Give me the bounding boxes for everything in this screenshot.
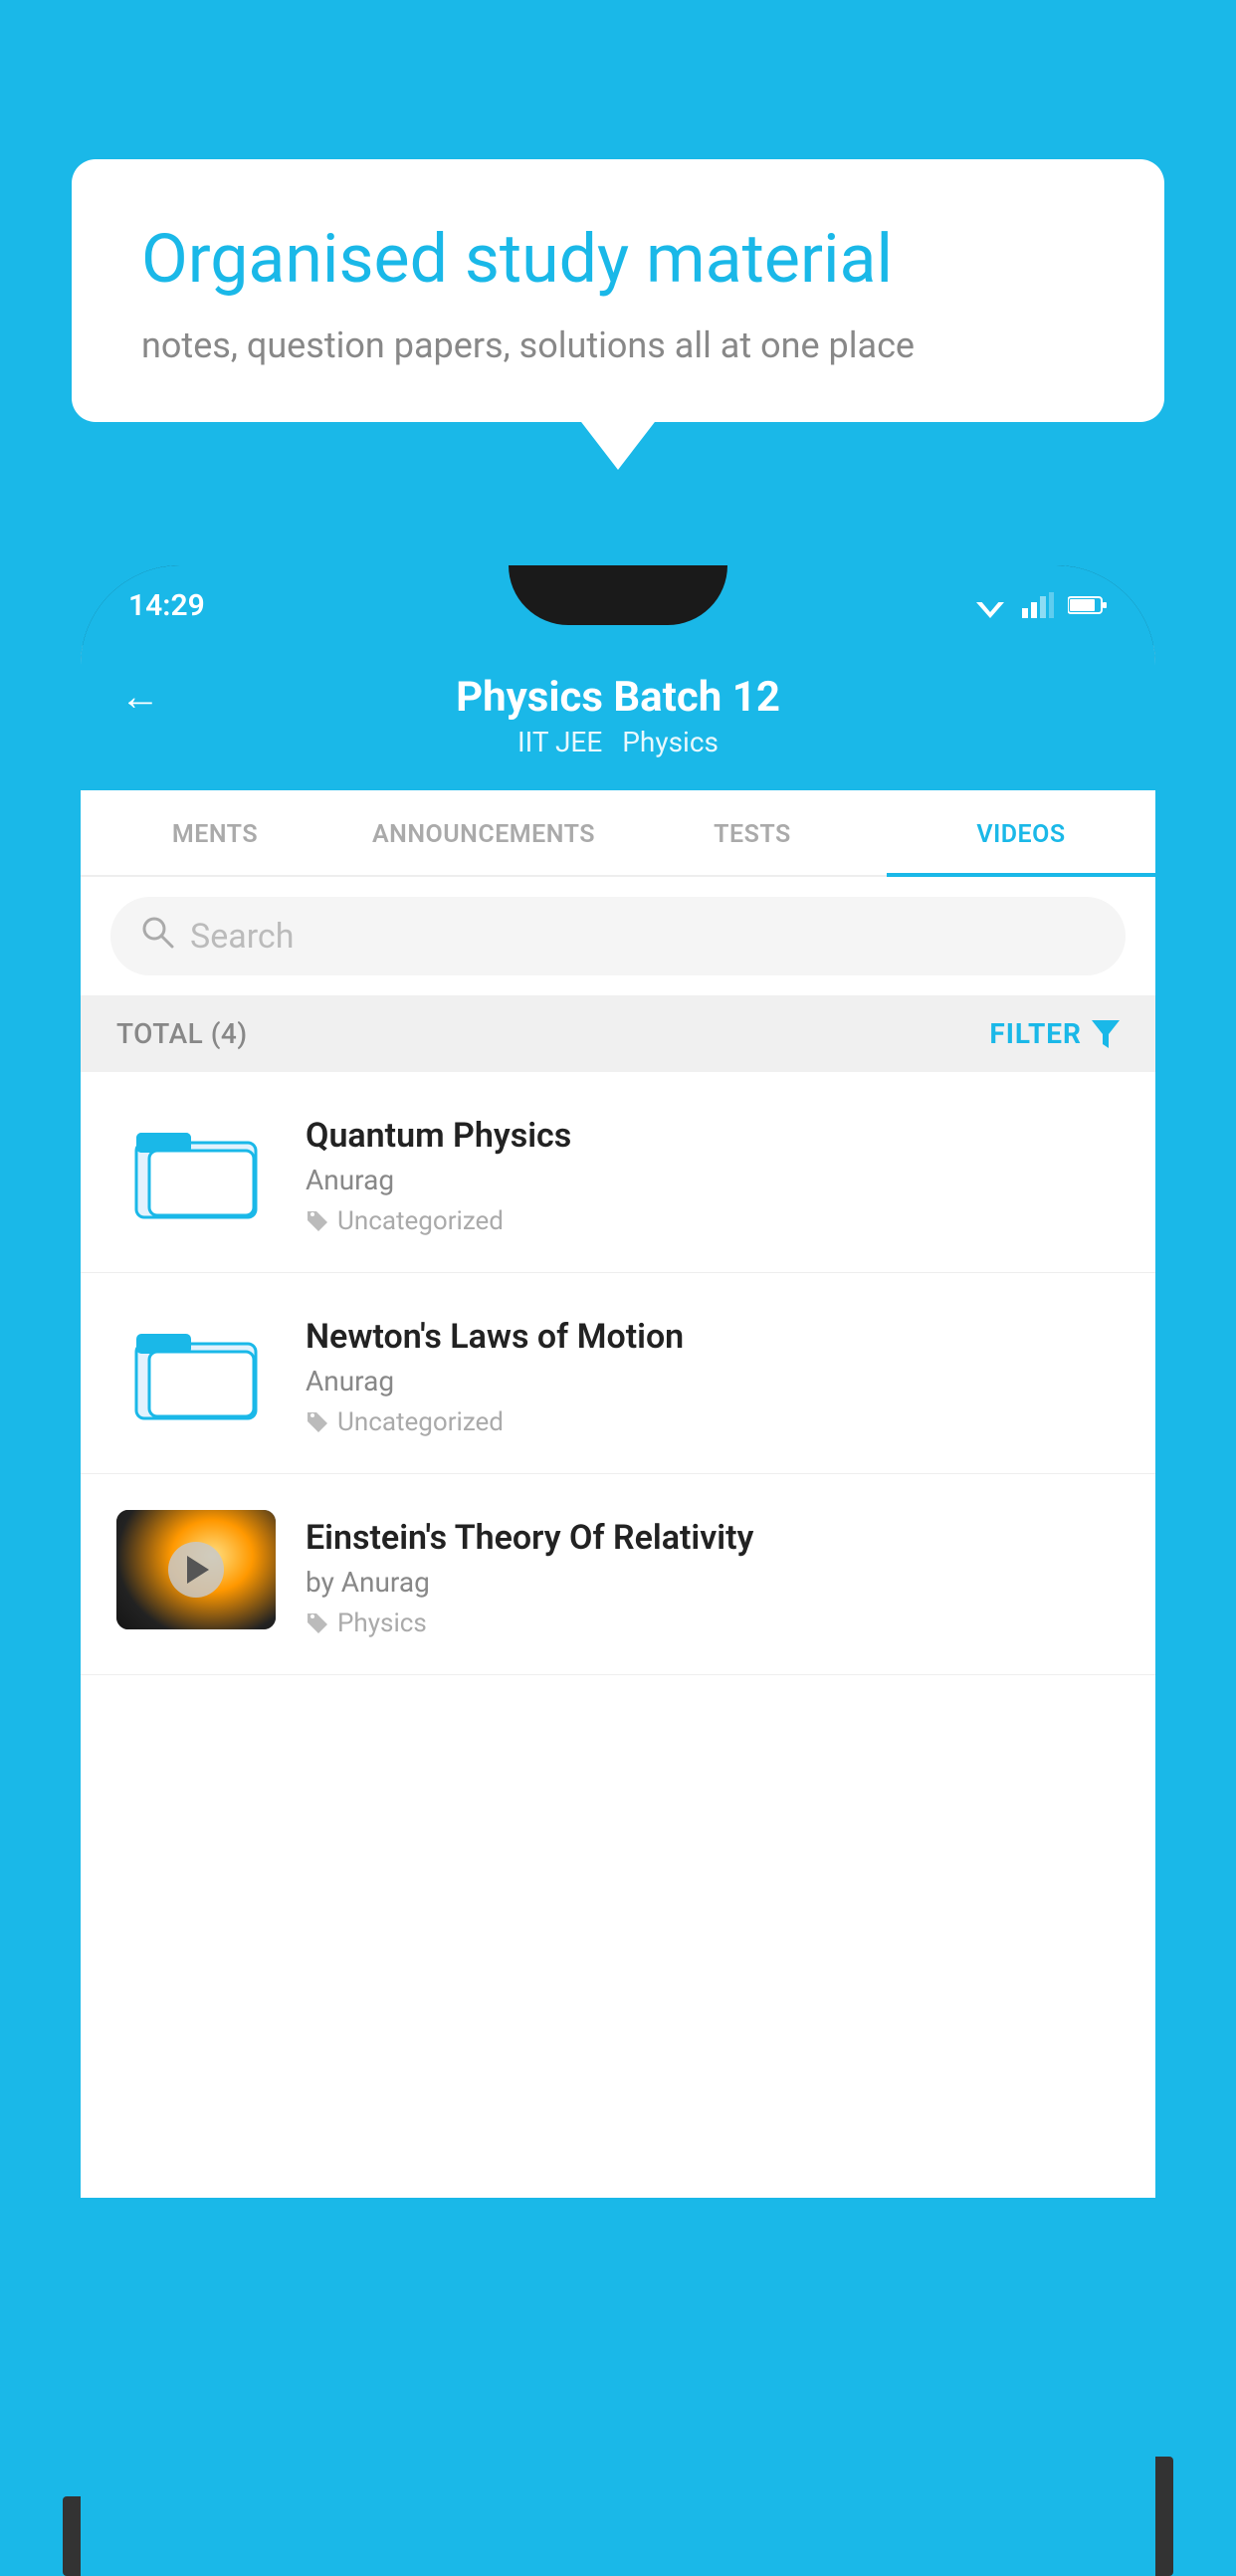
video-thumbnail-image xyxy=(116,1510,276,1629)
video-list: Quantum Physics Anurag Uncategorized xyxy=(81,1072,1155,1675)
list-item[interactable]: Einstein's Theory Of Relativity by Anura… xyxy=(81,1474,1155,1675)
tab-videos[interactable]: VIDEOS xyxy=(887,790,1155,875)
header-title: Physics Batch 12 xyxy=(456,673,780,722)
list-item[interactable]: Quantum Physics Anurag Uncategorized xyxy=(81,1072,1155,1273)
play-button[interactable] xyxy=(168,1542,224,1598)
speech-bubble-subtitle: notes, question papers, solutions all at… xyxy=(141,324,1095,366)
tab-ments[interactable]: MENTS xyxy=(81,790,349,875)
item-tag: Uncategorized xyxy=(306,1407,1120,1437)
back-button[interactable]: ← xyxy=(120,673,160,720)
tabs-bar: MENTS ANNOUNCEMENTS TESTS VIDEOS xyxy=(81,790,1155,877)
notch xyxy=(509,565,727,625)
status-icons xyxy=(972,592,1108,618)
tag-icon xyxy=(306,1209,329,1233)
item-info: Newton's Laws of Motion Anurag Uncategor… xyxy=(306,1309,1120,1437)
folder-icon xyxy=(131,1314,261,1423)
item-tag: Uncategorized xyxy=(306,1206,1120,1236)
signal-icon xyxy=(1022,592,1054,618)
phone-body: 14:29 xyxy=(81,565,1155,2198)
speech-bubble-title: Organised study material xyxy=(141,219,1095,301)
item-thumbnail xyxy=(116,1108,276,1227)
phone-side-button-left xyxy=(63,2496,81,2576)
battery-icon xyxy=(1068,594,1108,616)
item-title: Newton's Laws of Motion xyxy=(306,1317,1120,1357)
item-info: Quantum Physics Anurag Uncategorized xyxy=(306,1108,1120,1236)
item-title: Einstein's Theory Of Relativity xyxy=(306,1518,1120,1558)
filter-button[interactable]: FILTER xyxy=(989,1017,1120,1050)
wifi-icon xyxy=(972,592,1008,618)
speech-bubble: Organised study material notes, question… xyxy=(72,159,1164,422)
item-thumbnail xyxy=(116,1309,276,1428)
phone-side-button-right xyxy=(1155,2457,1173,2576)
item-author: Anurag xyxy=(306,1365,1120,1397)
folder-icon xyxy=(131,1113,261,1222)
item-author: by Anurag xyxy=(306,1566,1120,1599)
total-count: TOTAL (4) xyxy=(116,1017,248,1050)
item-title: Quantum Physics xyxy=(306,1116,1120,1156)
item-author: Anurag xyxy=(306,1164,1120,1196)
header-subtitle: IIT JEE Physics xyxy=(517,726,719,758)
tab-tests[interactable]: TESTS xyxy=(618,790,887,875)
filter-bar: TOTAL (4) FILTER xyxy=(81,995,1155,1072)
item-info: Einstein's Theory Of Relativity by Anura… xyxy=(306,1510,1120,1638)
phone-screen: ← Physics Batch 12 IIT JEE Physics MENTS… xyxy=(81,645,1155,2198)
search-placeholder: Search xyxy=(190,917,294,957)
tag-icon xyxy=(306,1410,329,1434)
item-tag: Physics xyxy=(306,1609,1120,1638)
search-container: Search xyxy=(81,877,1155,995)
header-tag-physics: Physics xyxy=(622,726,719,758)
tab-announcements[interactable]: ANNOUNCEMENTS xyxy=(349,790,618,875)
tag-icon xyxy=(306,1611,329,1635)
status-time: 14:29 xyxy=(128,588,205,623)
app-header: ← Physics Batch 12 IIT JEE Physics xyxy=(81,645,1155,790)
speech-bubble-card: Organised study material notes, question… xyxy=(72,159,1164,422)
item-thumbnail xyxy=(116,1510,276,1629)
filter-icon xyxy=(1092,1020,1120,1048)
list-item[interactable]: Newton's Laws of Motion Anurag Uncategor… xyxy=(81,1273,1155,1474)
search-bar[interactable]: Search xyxy=(110,897,1126,975)
header-tag-iitjee: IIT JEE xyxy=(517,726,602,758)
search-icon xyxy=(140,915,174,958)
status-bar: 14:29 xyxy=(81,565,1155,645)
